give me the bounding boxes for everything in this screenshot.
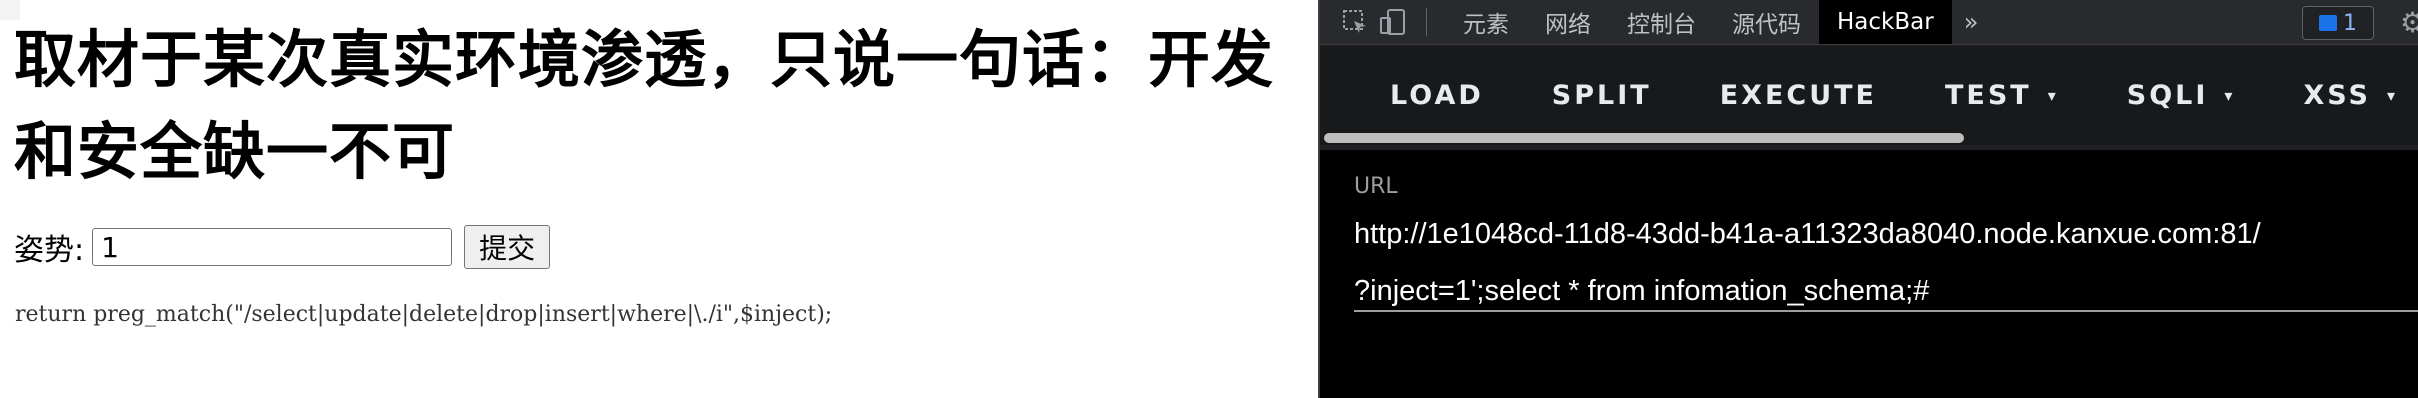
execute-label: EXECUTE <box>1719 79 1877 111</box>
split-button[interactable]: SPLIT <box>1518 46 1686 144</box>
load-button[interactable]: LOAD <box>1320 46 1518 144</box>
url-field[interactable]: http://1e1048cd-11d8-43dd-b41a-a11323da8… <box>1354 206 2404 320</box>
inject-form: 姿势: 提交 <box>14 222 551 272</box>
load-label: LOAD <box>1390 79 1484 111</box>
split-label: SPLIT <box>1551 79 1652 111</box>
devtools-tabbar: 元素 网络 控制台 源代码 HackBar » <box>1320 0 2418 45</box>
page-headline: 取材于某次真实环境渗透，只说一句话：开发和安全缺一不可 <box>14 23 1275 188</box>
tab-hackbar[interactable]: HackBar <box>1819 0 1952 44</box>
tab-sources[interactable]: 源代码 <box>1714 0 1819 44</box>
sqli-label: SQLI <box>2126 79 2209 111</box>
execute-button[interactable]: EXECUTE <box>1686 46 1911 144</box>
chevron-down-icon: ▾ <box>2047 85 2059 105</box>
tab-network[interactable]: 网络 <box>1527 0 1609 44</box>
chevron-down-icon: ▾ <box>2224 85 2236 105</box>
tab-console[interactable]: 控制台 <box>1609 0 1714 44</box>
message-icon <box>2319 15 2337 31</box>
inject-input[interactable] <box>92 228 453 266</box>
test-label: TEST <box>1945 79 2032 111</box>
submit-button[interactable]: 提交 <box>464 225 551 269</box>
hackbar-toolbar: LOAD SPLIT EXECUTE TEST ▾ SQLI ▾ XSS ▾ <box>1320 46 2418 144</box>
tabbar-separator <box>1426 8 1427 36</box>
url-line-1: http://1e1048cd-11d8-43dd-b41a-a11323da8… <box>1354 218 2261 250</box>
url-label: URL <box>1354 174 1398 199</box>
url-field-underline <box>1354 310 2418 312</box>
devtools-panel: 元素 网络 控制台 源代码 HackBar » 1 ⚙ LOAD SPLIT E… <box>1318 0 2418 398</box>
overflow-chevrons-icon[interactable]: » <box>1952 8 1991 36</box>
test-dropdown[interactable]: TEST ▾ <box>1911 46 2093 144</box>
form-label: 姿势: <box>14 233 85 268</box>
toolbar-scrollbar[interactable] <box>1320 131 2418 145</box>
issues-count: 1 <box>2343 10 2357 36</box>
gear-icon[interactable]: ⚙ <box>2400 6 2418 39</box>
scrollbar-thumb[interactable] <box>1324 133 1964 143</box>
url-panel: URL http://1e1048cd-11d8-43dd-b41a-a1132… <box>1320 150 2418 398</box>
xss-label: XSS <box>2303 79 2371 111</box>
web-page: 取材于某次真实环境渗透，只说一句话：开发和安全缺一不可 姿势: 提交 retur… <box>0 0 1318 398</box>
xss-dropdown[interactable]: XSS ▾ <box>2269 46 2418 144</box>
issues-badge[interactable]: 1 <box>2302 6 2374 40</box>
chevron-down-icon: ▾ <box>2386 85 2398 105</box>
inspect-icon[interactable] <box>1340 7 1370 37</box>
source-code-line: return preg_match("/select|update|delete… <box>15 302 833 327</box>
sqli-dropdown[interactable]: SQLI ▾ <box>2093 46 2270 144</box>
device-toggle-icon[interactable] <box>1378 7 1408 37</box>
tab-elements[interactable]: 元素 <box>1445 0 1527 44</box>
